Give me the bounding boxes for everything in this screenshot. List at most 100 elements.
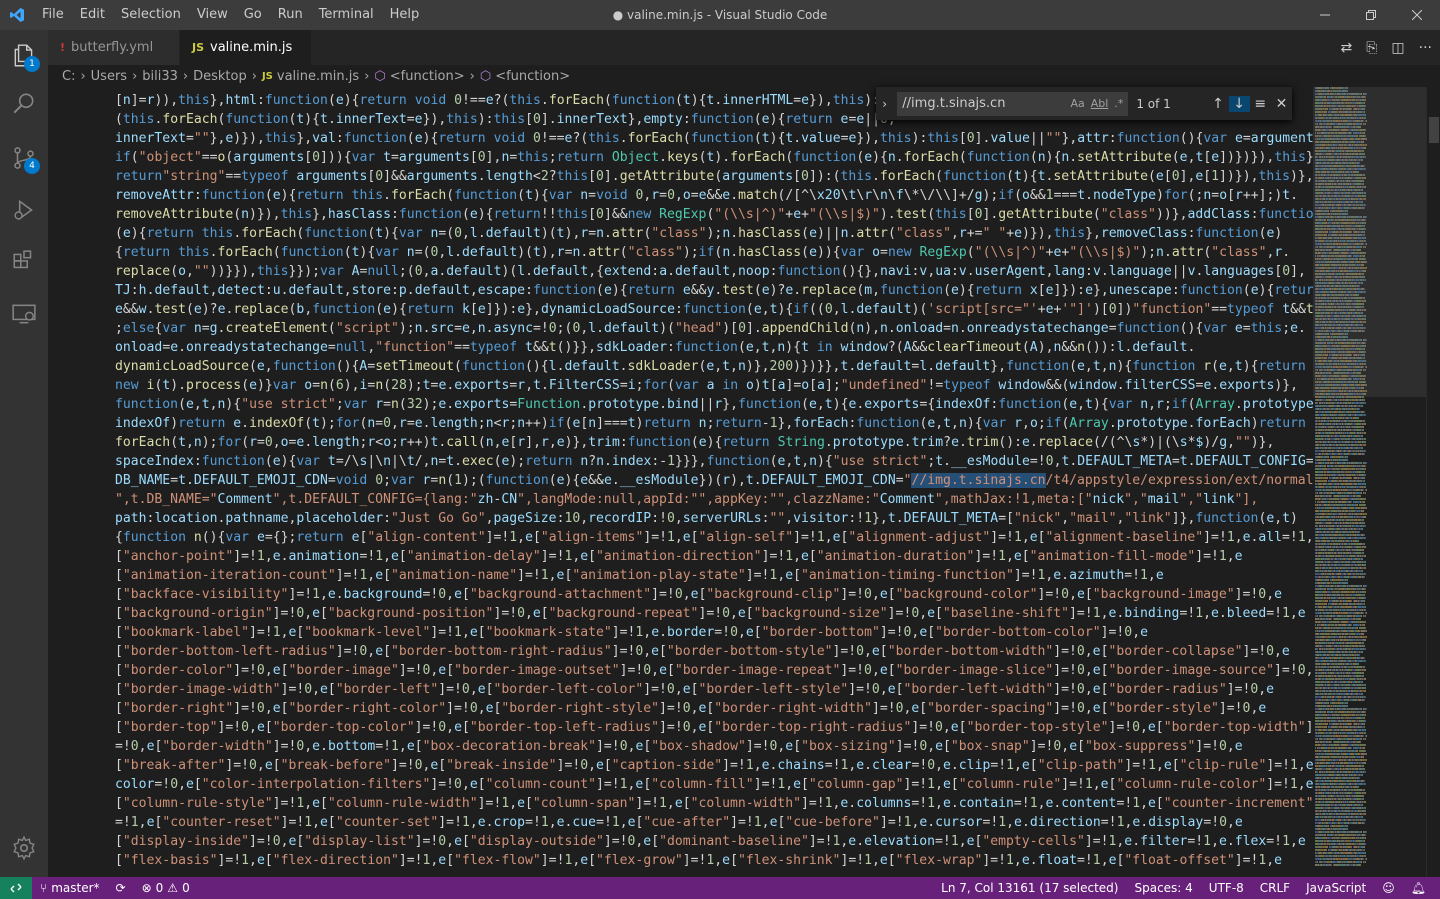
find-widget: › //img.t.sinajs.cn Aa Abl .* 1 of 1 ↑ ↓… [876, 87, 1292, 120]
code-line[interactable]: removeAttr:function(e){return this.forEa… [115, 186, 1313, 205]
title-bar: ● valine.min.js - Visual Studio Code Fil… [0, 0, 1440, 30]
code-line[interactable]: ["border-image-width"]=!0,e["border-left… [115, 680, 1313, 699]
code-line[interactable]: ["border-right"]=!0,e["border-right-colo… [115, 699, 1313, 718]
tab-label: valine.min.js [210, 40, 293, 55]
menu-go[interactable]: Go [236, 0, 270, 30]
code-line[interactable]: ["animation-iteration-count"]=!1,e["anim… [115, 566, 1313, 585]
code-line[interactable]: {function n(){var e={};return e["align-c… [115, 528, 1313, 547]
breadcrumb-user[interactable]: bili33 [142, 69, 178, 84]
tab-label: butterfly.yml [71, 40, 154, 55]
code-line[interactable]: ["display-inside"]=!0,e["display-list"]=… [115, 832, 1313, 851]
code-line[interactable]: spaceIndex:function(e){var t=/\s|\n|\t/,… [115, 452, 1313, 471]
close-window-icon[interactable] [1394, 0, 1440, 30]
open-changes-icon[interactable]: ⎘ [1366, 40, 1377, 56]
find-in-selection-icon[interactable]: ≡ [1250, 96, 1271, 112]
toggle-replace-icon[interactable]: › [876, 97, 893, 111]
function-symbol-icon: ⬡ [374, 68, 386, 84]
code-line[interactable]: ["backface-visibility"]=!1,e.background=… [115, 585, 1313, 604]
code-line[interactable]: ["background-origin"]=!0,e["background-p… [115, 604, 1313, 623]
code-lines[interactable]: [n]=r)),this},html:function(e){return vo… [115, 91, 1313, 870]
menu-bar: File Edit Selection View Go Run Terminal Help [34, 0, 427, 30]
code-line[interactable]: TJ:h.default,detect:u.default,store:p.de… [115, 281, 1313, 300]
code-line[interactable]: e&&w.test(e)?e.replace(b,function(e){ret… [115, 300, 1313, 319]
code-line[interactable]: forEach(t,n);for(r=0,o=e.length;r<o;r++)… [115, 433, 1313, 452]
js-file-icon: JS [192, 41, 205, 54]
compare-changes-icon[interactable]: ⇄ [1340, 40, 1352, 56]
code-line[interactable]: path:location.pathname,placeholder:"Just… [115, 509, 1313, 528]
code-line[interactable]: return"string"==typeof arguments[0]&&arg… [115, 167, 1313, 186]
code-line[interactable]: function(e,t,n){"use strict";var r=n(32)… [115, 395, 1313, 414]
use-regex-button[interactable]: .* [1114, 97, 1123, 110]
code-line[interactable]: ["border-top"]=!0,e["border-top-color"]=… [115, 718, 1313, 737]
breadcrumb-users[interactable]: Users [91, 69, 127, 84]
menu-help[interactable]: Help [382, 0, 428, 30]
minimize-icon[interactable] [1302, 0, 1348, 30]
minimap[interactable] [1313, 87, 1426, 877]
more-actions-icon[interactable]: ··· [1419, 40, 1432, 56]
code-line[interactable]: removeAttribute(n)}),this},hasClass:func… [115, 205, 1313, 224]
function-symbol-icon: ⬡ [479, 68, 492, 84]
code-line[interactable]: ["bookmark-label"]=!1,e["bookmark-level"… [115, 623, 1313, 642]
code-line[interactable]: ",t.DB_NAME="Comment",t.DEFAULT_CONFIG={… [115, 490, 1313, 509]
menu-view[interactable]: View [189, 0, 236, 30]
code-line[interactable]: if("object"==o(arguments[0])){var t=argu… [115, 148, 1313, 167]
code-line[interactable]: (e){return this.forEach(function(t){var … [115, 224, 1313, 243]
explorer-icon[interactable]: 1 [0, 32, 48, 80]
code-line[interactable]: =!0,e["border-width"]=!0,e.bottom=!1,e["… [115, 737, 1313, 756]
menu-run[interactable]: Run [270, 0, 311, 30]
menu-file[interactable]: File [34, 0, 72, 30]
source-control-badge: 4 [24, 158, 40, 174]
tab-valine-min-js[interactable]: JS valine.min.js [180, 30, 312, 65]
js-file-icon: JS [261, 70, 273, 82]
breadcrumb: C: › Users › bili33 › Desktop › JS valine.min… [48, 65, 1440, 87]
extensions-icon[interactable] [0, 238, 48, 286]
menu-edit[interactable]: Edit [72, 0, 113, 30]
window-controls [1302, 0, 1440, 30]
search-icon[interactable] [0, 80, 48, 128]
next-match-icon[interactable]: ↓ [1228, 95, 1250, 112]
code-line[interactable]: {return this.forEach(function(t){var n=(… [115, 243, 1313, 262]
code-line[interactable]: ["border-color"]=!0,e["border-image"]=!0… [115, 661, 1313, 680]
yaml-file-icon: ! [60, 41, 66, 54]
menu-terminal[interactable]: Terminal [311, 0, 382, 30]
match-count: 1 of 1 [1136, 96, 1171, 111]
code-line[interactable]: ;else{var n=g.createElement("script");n.… [115, 319, 1313, 338]
breadcrumb-function-inner[interactable]: <function> [495, 69, 570, 84]
find-input[interactable]: //img.t.sinajs.cn Aa Abl .* [897, 91, 1129, 116]
code-line[interactable]: replace(o,""))}}),this}});var A=null;(0,… [115, 262, 1313, 281]
code-line[interactable]: ["flex-basis"]=!1,e["flex-direction"]=!1… [115, 851, 1313, 870]
code-editor[interactable]: [n]=r)),this},html:function(e){return vo… [48, 87, 1313, 877]
close-find-icon[interactable]: ✕ [1271, 96, 1292, 112]
remote-explorer-icon[interactable] [0, 290, 48, 338]
menu-selection[interactable]: Selection [113, 0, 189, 30]
tab-butterfly-yml[interactable]: ! butterfly.yml [48, 30, 180, 65]
code-line[interactable]: ["column-rule-style"]=!1,e["column-rule-… [115, 794, 1313, 813]
code-line[interactable]: color=!0,e["color-interpolation-filters"… [115, 775, 1313, 794]
code-line[interactable]: indexOf)return e.indexOf(t);for(n=0,r=e.… [115, 414, 1313, 433]
match-whole-word-button[interactable]: Abl [1091, 97, 1109, 110]
explorer-badge: 1 [24, 56, 40, 72]
breadcrumb-drive[interactable]: C: [62, 69, 75, 84]
breadcrumb-function[interactable]: <function> [390, 69, 465, 84]
code-line[interactable]: innerText=""},e)}),this},val:function(e)… [115, 129, 1313, 148]
run-debug-icon[interactable] [0, 186, 48, 234]
code-line[interactable]: ["border-bottom-left-radius"]=!0,e["bord… [115, 642, 1313, 661]
code-line[interactable]: dynamicLoadSource(e,function(){A=setTime… [115, 357, 1313, 376]
previous-match-icon[interactable]: ↑ [1207, 96, 1228, 112]
vscode-logo-icon[interactable] [0, 0, 34, 30]
code-line[interactable]: DB_NAME=t.DEFAULT_EMOJI_CDN=void 0;var r… [115, 471, 1313, 490]
match-case-button[interactable]: Aa [1070, 97, 1084, 110]
code-line[interactable]: ["anchor-point"]=!1,e.animation=!1,e["an… [115, 547, 1313, 566]
code-line[interactable]: =!1,e["counter-reset"]=!1,e["counter-set… [115, 813, 1313, 832]
breadcrumb-desktop[interactable]: Desktop [193, 69, 247, 84]
split-editor-icon[interactable]: ◫ [1391, 40, 1404, 56]
gear-icon[interactable] [0, 824, 48, 872]
code-line[interactable]: new i(t).process(e)}var o=n(6),i=n(28);t… [115, 376, 1313, 395]
restore-icon[interactable] [1348, 0, 1394, 30]
find-query[interactable]: //img.t.sinajs.cn [902, 96, 1064, 111]
code-line[interactable]: onload=e.onreadystatechange=null,"functi… [115, 338, 1313, 357]
code-line[interactable]: ["break-after"]=!0,e["break-before"]=!0,… [115, 756, 1313, 775]
breadcrumb-file[interactable]: valine.min.js [277, 69, 359, 84]
source-control-icon[interactable]: 4 [0, 134, 48, 182]
minimap-canvas [1313, 87, 1426, 866]
